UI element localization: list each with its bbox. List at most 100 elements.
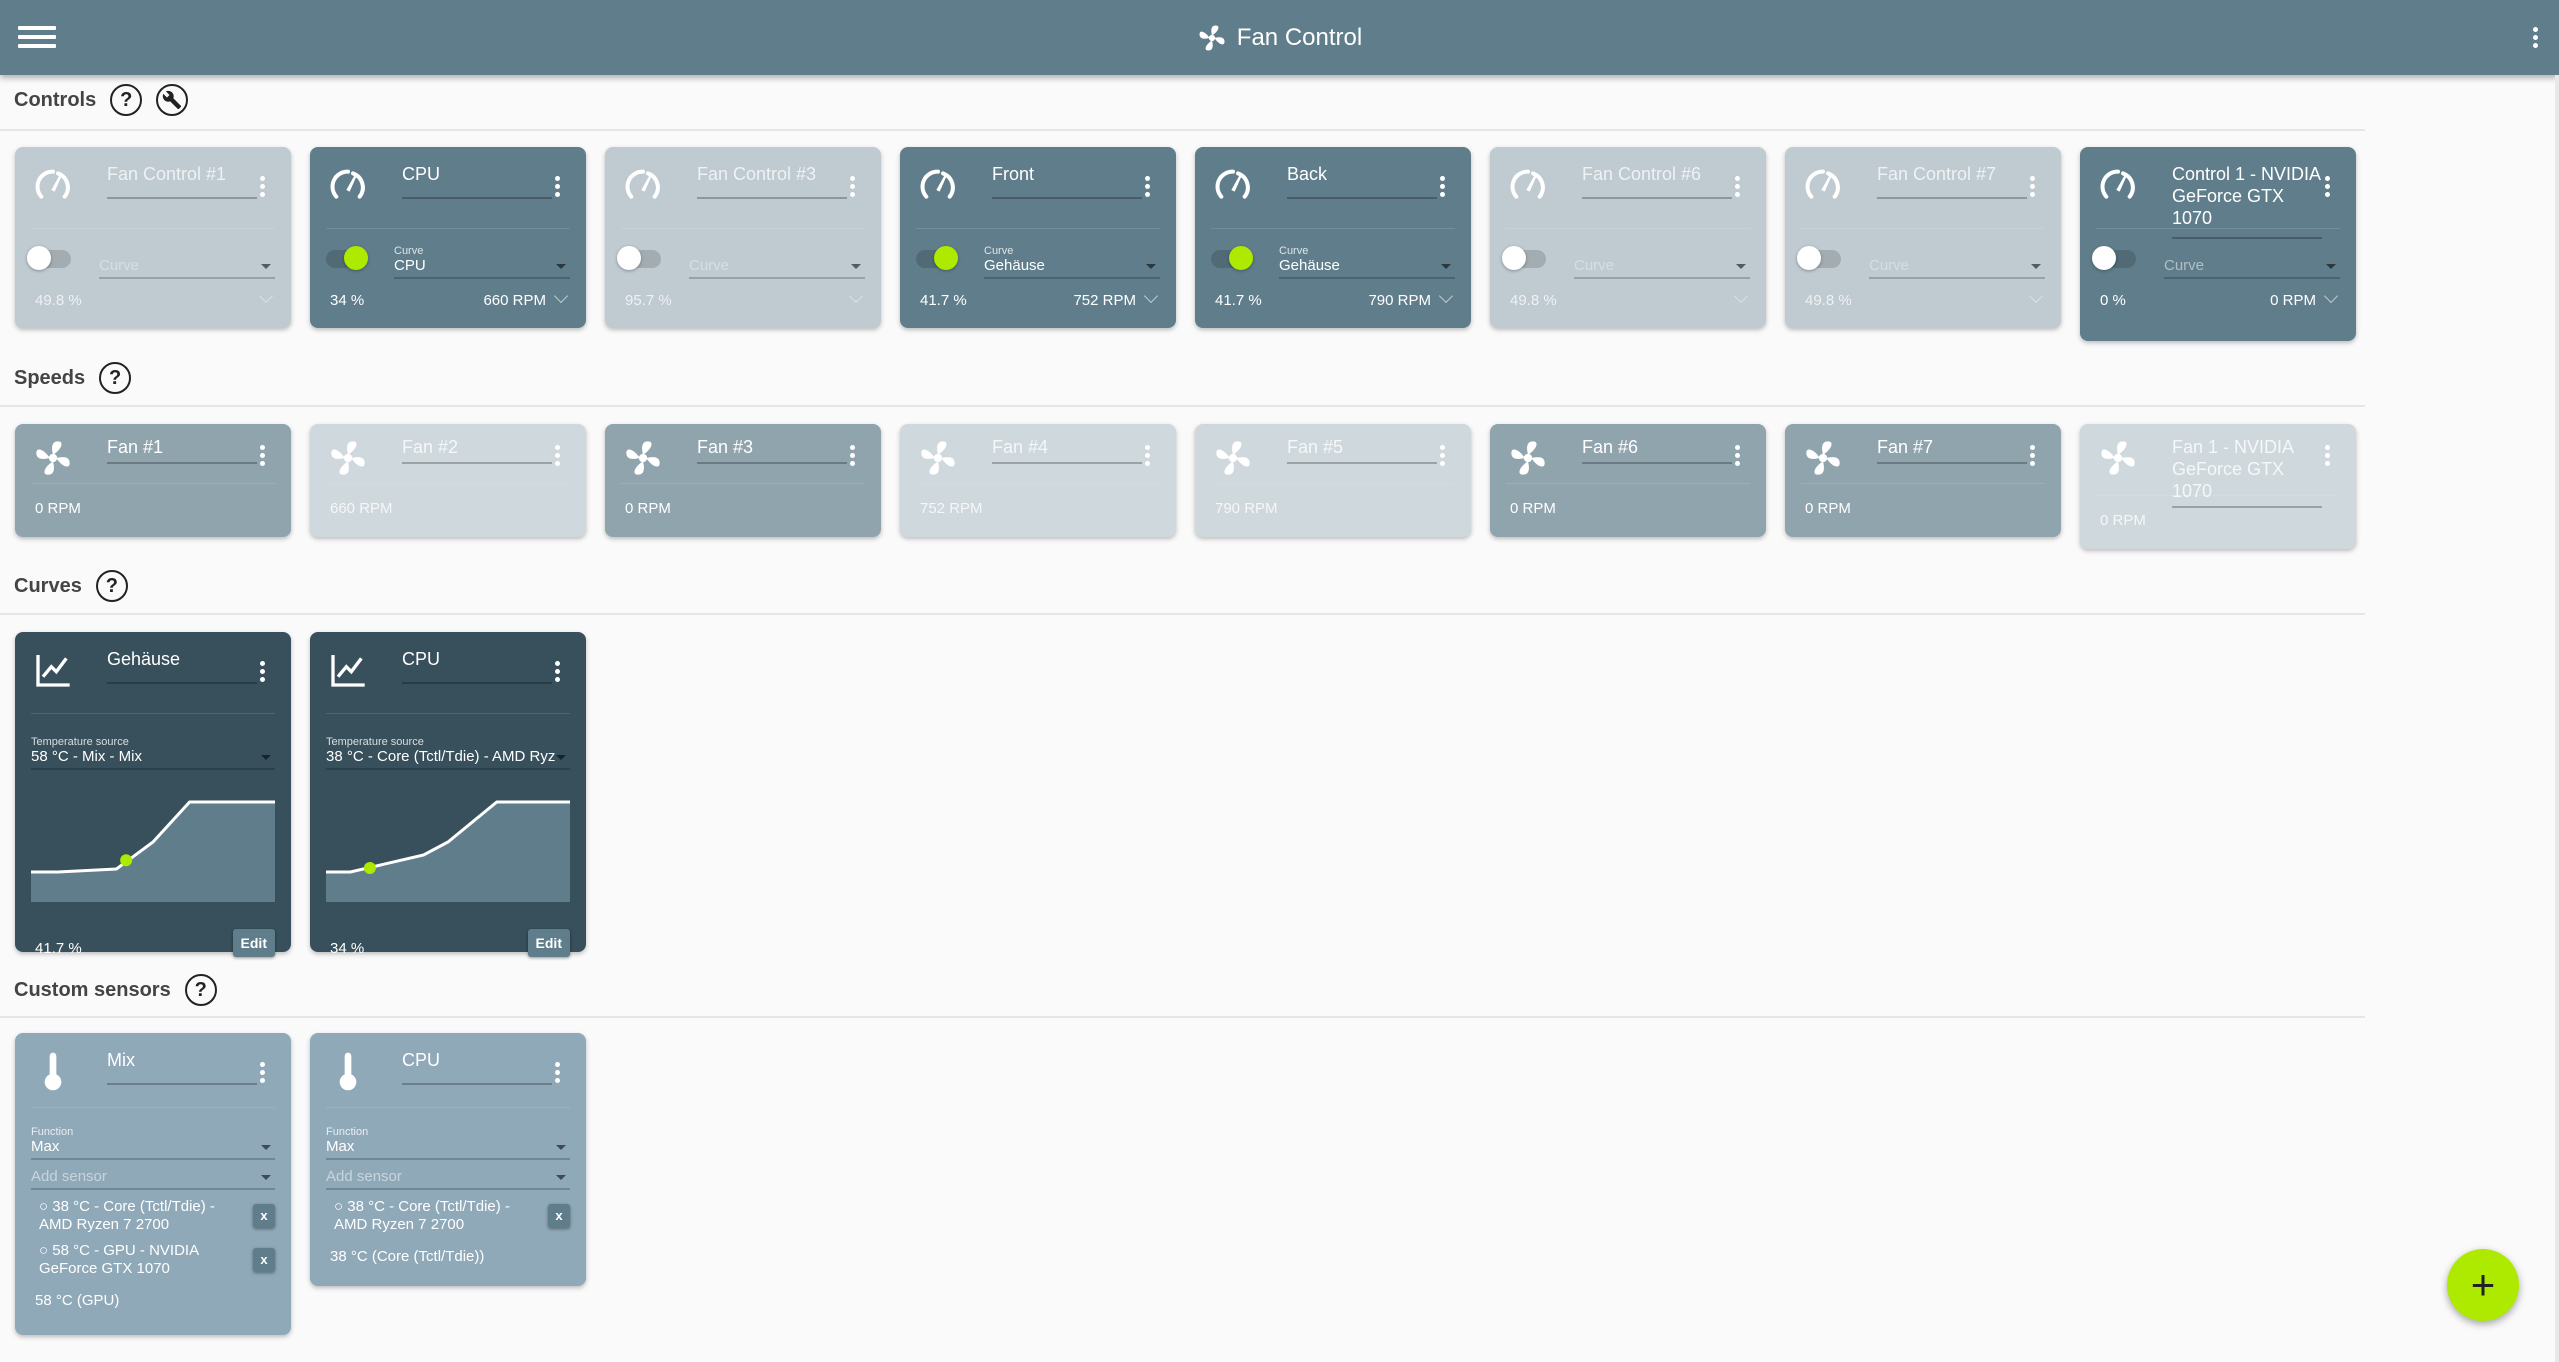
function-select[interactable]: Function Max xyxy=(31,1120,275,1160)
help-icon[interactable]: ? xyxy=(110,84,143,116)
more-vert-icon[interactable] xyxy=(2030,442,2035,469)
more-vert-icon[interactable] xyxy=(555,173,560,200)
fan-name-input[interactable]: Fan #6 xyxy=(1582,436,1732,464)
wrench-icon[interactable] xyxy=(156,84,189,116)
temperature-source-select[interactable]: Temperature source 58 °C - Mix - Mix xyxy=(31,730,275,770)
fan-rpm: 0 RPM xyxy=(1805,500,1851,517)
chevron-down-icon[interactable] xyxy=(258,288,274,304)
fan-card: Fan #4 752 RPM xyxy=(900,424,1176,537)
control-name-input[interactable]: Fan Control #6 xyxy=(1582,163,1732,199)
control-name-input[interactable]: Control 1 - NVIDIA GeForce GTX 1070 xyxy=(2172,163,2322,239)
more-vert-icon[interactable] xyxy=(1145,442,1150,469)
chevron-down-icon[interactable] xyxy=(2028,288,2044,304)
help-icon[interactable]: ? xyxy=(95,570,128,602)
fan-name-input[interactable]: Fan #5 xyxy=(1287,436,1437,464)
curve-select[interactable]: Curve xyxy=(99,239,275,279)
fan-rpm: 660 RPM xyxy=(330,500,393,517)
curve-select[interactable]: Curve Gehäuse xyxy=(1279,239,1455,279)
fan-name-input[interactable]: Fan #2 xyxy=(402,436,552,464)
menu-button[interactable] xyxy=(18,22,56,52)
fan-rpm: 0 RPM xyxy=(625,500,671,517)
curve-select[interactable]: Curve Gehäuse xyxy=(984,239,1160,279)
curve-select[interactable]: Curve xyxy=(1869,239,2045,279)
more-vert-icon[interactable] xyxy=(260,1059,265,1086)
more-vert-icon[interactable] xyxy=(850,173,855,200)
temperature-source-select[interactable]: Temperature source 38 °C - Core (Tctl/Tdi… xyxy=(326,730,570,770)
more-vert-icon[interactable] xyxy=(2531,24,2539,51)
remove-sensor-button[interactable]: x xyxy=(548,1204,570,1228)
more-vert-icon[interactable] xyxy=(2030,173,2035,200)
chevron-down-icon[interactable] xyxy=(848,288,864,304)
edit-button[interactable]: Edit xyxy=(232,929,275,957)
control-toggle[interactable] xyxy=(916,246,958,270)
fan-icon xyxy=(921,441,955,475)
add-sensor-select[interactable]: Add sensor xyxy=(326,1160,570,1190)
help-icon[interactable]: ? xyxy=(184,974,217,1006)
fan-name-input[interactable]: Fan 1 - NVIDIA GeForce GTX 1070 xyxy=(2172,436,2322,508)
more-vert-icon[interactable] xyxy=(1735,442,1740,469)
fan-name-input[interactable]: Fan #4 xyxy=(992,436,1142,464)
section-speeds: Speeds ? xyxy=(14,362,132,394)
control-name-input[interactable]: Front xyxy=(992,163,1142,199)
remove-sensor-button[interactable]: x xyxy=(253,1248,275,1272)
more-vert-icon[interactable] xyxy=(260,173,265,200)
control-percent: 49.8 % xyxy=(1510,291,1557,309)
control-toggle[interactable] xyxy=(1797,246,1841,270)
help-icon[interactable]: ? xyxy=(99,362,132,394)
source-label: Temperature source xyxy=(31,736,129,748)
control-toggle[interactable] xyxy=(617,246,661,270)
remove-sensor-button[interactable]: x xyxy=(253,1204,275,1228)
sensor-name-input[interactable]: Mix xyxy=(107,1049,257,1085)
curve-name-input[interactable]: CPU xyxy=(402,648,552,684)
add-button[interactable]: + xyxy=(2447,1249,2519,1321)
more-vert-icon[interactable] xyxy=(260,658,265,685)
curve-area xyxy=(31,802,275,902)
function-select[interactable]: Function Max xyxy=(326,1120,570,1160)
control-name-input[interactable]: Back xyxy=(1287,163,1437,199)
more-vert-icon[interactable] xyxy=(1735,173,1740,200)
control-name-input[interactable]: Fan Control #1 xyxy=(107,163,257,199)
more-vert-icon[interactable] xyxy=(2325,173,2330,200)
curve-select[interactable]: Curve xyxy=(689,239,865,279)
more-vert-icon[interactable] xyxy=(555,1059,560,1086)
dropdown-arrow-icon xyxy=(261,755,271,760)
edit-button[interactable]: Edit xyxy=(527,929,570,957)
more-vert-icon[interactable] xyxy=(850,442,855,469)
scrollbar[interactable] xyxy=(2555,75,2559,1362)
curve-select[interactable]: Curve xyxy=(2164,239,2340,279)
fan-icon xyxy=(1199,25,1225,50)
sensor-name-input[interactable]: CPU xyxy=(402,1049,552,1085)
more-vert-icon[interactable] xyxy=(260,442,265,469)
control-name-input[interactable]: CPU xyxy=(402,163,552,199)
add-sensor-select[interactable]: Add sensor xyxy=(31,1160,275,1190)
fan-name-input[interactable]: Fan #3 xyxy=(697,436,847,464)
more-vert-icon[interactable] xyxy=(555,442,560,469)
more-vert-icon[interactable] xyxy=(2325,442,2330,469)
curve-select[interactable]: Curve xyxy=(1574,239,1750,279)
fan-name-input[interactable]: Fan #7 xyxy=(1877,436,2027,464)
control-percent: 49.8 % xyxy=(35,291,82,309)
chevron-down-icon[interactable] xyxy=(553,288,569,304)
control-name-input[interactable]: Fan Control #7 xyxy=(1877,163,2027,199)
control-toggle[interactable] xyxy=(1502,246,1546,270)
fan-name-input[interactable]: Fan #1 xyxy=(107,436,257,464)
fan-rpm: 0 RPM xyxy=(1510,500,1556,517)
curve-card: Gehäuse Temperature source 58 °C - Mix - … xyxy=(15,632,291,957)
control-toggle[interactable] xyxy=(2092,246,2136,270)
chevron-down-icon[interactable] xyxy=(2323,288,2339,304)
curve-select[interactable]: Curve CPU xyxy=(394,239,570,279)
chevron-down-icon[interactable] xyxy=(1438,288,1454,304)
custom-sensor-card: CPU Function Max Add sensor ○ 38 °C - Cor… xyxy=(310,1033,586,1286)
more-vert-icon[interactable] xyxy=(1440,173,1445,200)
control-toggle[interactable] xyxy=(1211,246,1253,270)
more-vert-icon[interactable] xyxy=(555,658,560,685)
chevron-down-icon[interactable] xyxy=(1143,288,1159,304)
chevron-down-icon[interactable] xyxy=(1733,288,1749,304)
control-toggle[interactable] xyxy=(326,246,368,270)
control-toggle[interactable] xyxy=(27,246,71,270)
curve-name-input[interactable]: Gehäuse xyxy=(107,648,257,684)
control-name-input[interactable]: Fan Control #3 xyxy=(697,163,847,199)
app-title: Fan Control xyxy=(1197,23,1362,53)
more-vert-icon[interactable] xyxy=(1440,442,1445,469)
more-vert-icon[interactable] xyxy=(1145,173,1150,200)
